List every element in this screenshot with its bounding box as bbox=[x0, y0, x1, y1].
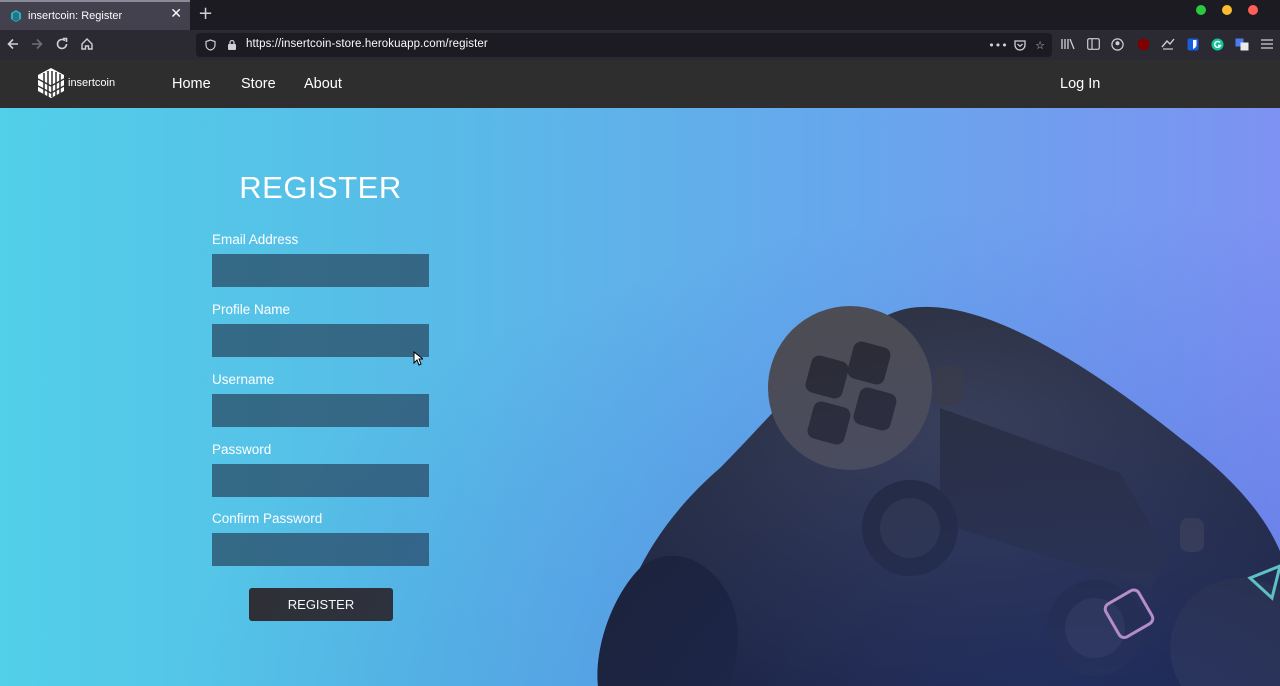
password-label: Password bbox=[212, 442, 272, 457]
password-field[interactable] bbox=[212, 464, 429, 497]
confirm-password-field[interactable] bbox=[212, 533, 429, 566]
browser-tab-active[interactable]: insertcoin: Register ✕ bbox=[0, 0, 190, 30]
email-label: Email Address bbox=[212, 232, 299, 247]
site-header: insertcoin Home Store About Log In bbox=[0, 60, 1280, 108]
window-maximize-button[interactable] bbox=[1196, 5, 1206, 15]
translate-icon[interactable] bbox=[1234, 36, 1250, 52]
nav-login-link[interactable]: Log In bbox=[1060, 76, 1100, 92]
mouse-cursor-icon bbox=[413, 351, 423, 366]
window-minimize-button[interactable] bbox=[1222, 5, 1232, 15]
ublock-icon[interactable] bbox=[1135, 36, 1151, 52]
url-text: https://insertcoin-store.herokuapp.com/r… bbox=[246, 38, 488, 50]
account-icon[interactable] bbox=[1109, 36, 1125, 52]
username-label: Username bbox=[212, 372, 275, 387]
email-field[interactable] bbox=[212, 254, 429, 287]
lock-icon[interactable] bbox=[224, 37, 240, 53]
extension-icon[interactable] bbox=[1160, 36, 1176, 52]
profile-name-field[interactable] bbox=[212, 324, 429, 357]
username-field[interactable] bbox=[212, 394, 429, 427]
nav-store-link[interactable]: Store bbox=[241, 76, 276, 92]
forward-arrow-icon[interactable] bbox=[27, 34, 47, 54]
insertcoin-favicon-icon bbox=[11, 10, 21, 22]
bitwarden-icon[interactable] bbox=[1185, 36, 1201, 52]
site-logo[interactable]: insertcoin bbox=[36, 66, 115, 100]
nav-home-link[interactable]: Home bbox=[172, 76, 211, 92]
register-button[interactable]: REGISTER bbox=[249, 588, 393, 621]
menu-icon[interactable] bbox=[1259, 36, 1275, 52]
profile-name-label: Profile Name bbox=[212, 302, 291, 317]
library-icon[interactable] bbox=[1060, 36, 1076, 52]
nav-about-link[interactable]: About bbox=[304, 76, 342, 92]
hero-section: REGISTER Email Address Profile Name User… bbox=[0, 108, 1280, 686]
home-icon[interactable] bbox=[77, 34, 97, 54]
bookmark-star-icon[interactable]: ☆ bbox=[1032, 37, 1048, 53]
tab-title: insertcoin: Register bbox=[28, 10, 123, 22]
close-icon[interactable]: ✕ bbox=[170, 6, 182, 22]
insertcoin-logo-icon bbox=[37, 68, 65, 98]
register-title: REGISTER bbox=[239, 170, 402, 205]
pocket-icon[interactable] bbox=[1012, 37, 1028, 53]
shield-icon[interactable] bbox=[202, 37, 218, 53]
sidebar-icon[interactable] bbox=[1085, 36, 1101, 52]
grammarly-icon[interactable] bbox=[1209, 36, 1225, 52]
plus-icon[interactable]: + bbox=[198, 4, 213, 24]
confirm-password-label: Confirm Password bbox=[212, 511, 323, 526]
url-bar[interactable]: https://insertcoin-store.herokuapp.com/r… bbox=[196, 33, 1052, 57]
game-controller-photo bbox=[597, 306, 1280, 686]
browser-nav-bar: https://insertcoin-store.herokuapp.com/r… bbox=[0, 30, 1280, 60]
more-actions-icon[interactable]: ••• bbox=[988, 37, 1007, 53]
browser-tab-bar: insertcoin: Register ✕ + bbox=[0, 0, 1280, 30]
back-arrow-icon[interactable] bbox=[3, 34, 23, 54]
reload-icon[interactable] bbox=[52, 34, 72, 54]
logo-text: insertcoin bbox=[68, 77, 116, 89]
window-close-button[interactable] bbox=[1248, 5, 1258, 15]
